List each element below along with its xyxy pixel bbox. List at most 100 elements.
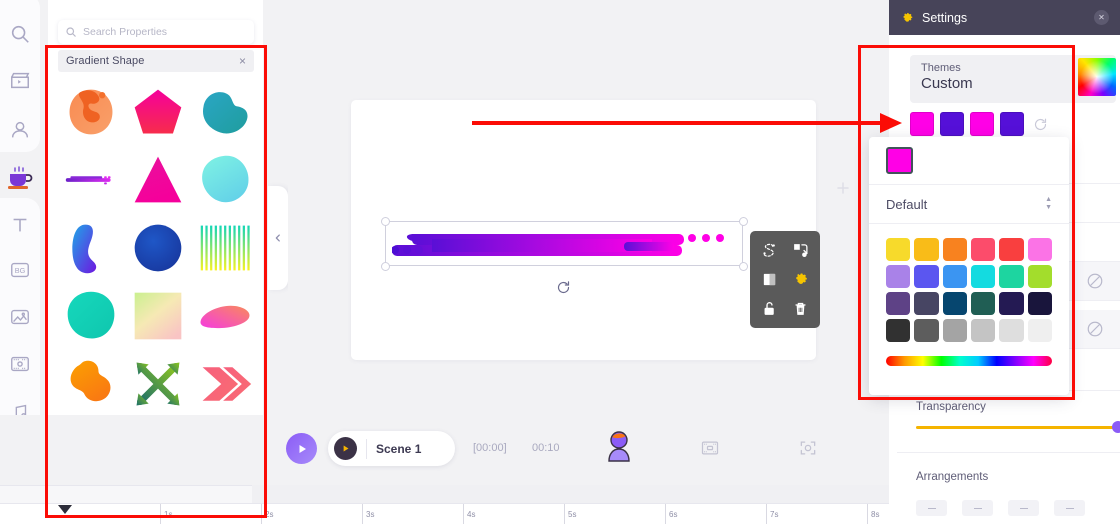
filmstrip-icon[interactable] [700, 438, 720, 458]
palette-swatch[interactable] [999, 265, 1024, 288]
themes-card[interactable]: Themes Custom [910, 55, 1116, 103]
close-icon[interactable]: × [239, 55, 246, 67]
settings-header: Settings ✕ [889, 0, 1120, 35]
theme-swatch-1[interactable] [910, 112, 934, 136]
search-icon[interactable] [8, 22, 32, 46]
palette-swatch[interactable] [942, 319, 967, 342]
palette-swatch[interactable] [999, 238, 1024, 261]
palette-swatch[interactable] [1027, 238, 1052, 261]
unlock-icon[interactable] [760, 299, 780, 319]
arrangement-chip[interactable] [962, 500, 993, 516]
bg-icon[interactable]: BG [8, 258, 32, 282]
chevron-left-icon [275, 234, 280, 242]
arrangement-chip[interactable] [916, 500, 947, 516]
search-input[interactable] [83, 26, 247, 38]
image-icon[interactable] [8, 305, 32, 329]
palette-swatch[interactable] [942, 265, 967, 288]
ruler-tick: 8s [867, 504, 879, 524]
theme-swatch-row [910, 112, 1116, 136]
color-palette-grid [869, 224, 1069, 348]
palette-swatch[interactable] [886, 238, 911, 261]
trash-icon[interactable] [791, 299, 811, 319]
list-item[interactable] [125, 285, 190, 347]
transparency-slider-knob[interactable] [1112, 421, 1120, 433]
transparency-slider[interactable] [916, 426, 1114, 429]
theme-swatch-4[interactable] [1000, 112, 1024, 136]
rotate-icon[interactable] [556, 280, 571, 295]
palette-swatch[interactable] [886, 265, 911, 288]
theme-swatch-3[interactable] [970, 112, 994, 136]
swap-shape-icon[interactable] [791, 241, 811, 261]
list-item[interactable] [58, 285, 123, 347]
filmstrip-icon[interactable] [8, 352, 32, 376]
theme-swatch-2[interactable] [940, 112, 964, 136]
list-item[interactable] [193, 285, 258, 347]
clapperboard-icon[interactable] [8, 68, 32, 92]
resize-handle-tl[interactable] [381, 217, 390, 226]
coffee-cup-icon[interactable] [5, 163, 35, 193]
resize-handle-bl[interactable] [381, 262, 390, 271]
selected-gradient-object[interactable] [392, 228, 737, 263]
list-item[interactable] [193, 81, 258, 143]
palette-swatch[interactable] [971, 265, 996, 288]
palette-swatch[interactable] [886, 319, 911, 342]
person-icon[interactable] [8, 118, 32, 142]
hue-spectrum-slider[interactable] [886, 356, 1052, 366]
current-color-swatch[interactable] [886, 147, 913, 174]
split-contrast-icon[interactable] [760, 270, 780, 290]
palette-swatch[interactable] [914, 265, 939, 288]
focus-frame-icon[interactable] [798, 438, 818, 458]
no-entry-icon[interactable] [1086, 272, 1104, 290]
palette-swatch[interactable] [1027, 265, 1052, 288]
play-button[interactable] [286, 433, 317, 464]
refresh-icon[interactable] [1033, 117, 1048, 132]
palette-swatch[interactable] [914, 292, 939, 315]
palette-swatch[interactable] [914, 319, 939, 342]
scene-selector[interactable]: Scene 1 [328, 431, 455, 466]
arrangement-chip[interactable] [1008, 500, 1039, 516]
list-item[interactable] [193, 149, 258, 211]
search-properties-field[interactable] [58, 20, 254, 44]
arrangement-chip[interactable] [1054, 500, 1085, 516]
list-item[interactable] [58, 149, 123, 211]
avatar-icon[interactable] [604, 430, 634, 463]
settings-title: Settings [922, 10, 968, 25]
palette-swatch[interactable] [942, 238, 967, 261]
palette-swatch[interactable] [886, 292, 911, 315]
motion-path-icon[interactable] [760, 241, 780, 261]
palette-swatch[interactable] [971, 238, 996, 261]
list-item[interactable] [125, 217, 190, 279]
arrangements-label: Arrangements [916, 471, 989, 483]
ruler-tick-label: 8s [871, 510, 880, 519]
palette-preset-select[interactable]: Default ▲ ▼ [869, 185, 1069, 224]
palette-swatch[interactable] [971, 319, 996, 342]
close-icon[interactable]: ✕ [1094, 10, 1109, 25]
palette-swatch[interactable] [999, 319, 1024, 342]
list-item[interactable] [193, 353, 258, 415]
timeline-playhead[interactable] [58, 505, 72, 514]
list-item[interactable] [125, 149, 190, 211]
text-t-icon[interactable] [8, 213, 32, 237]
stepper-updown-icon[interactable]: ▲ ▼ [1045, 196, 1052, 211]
panel-collapse-tab[interactable] [268, 186, 288, 290]
palette-swatch[interactable] [971, 292, 996, 315]
list-item[interactable] [58, 81, 123, 143]
no-entry-icon[interactable] [1086, 320, 1104, 338]
palette-swatch[interactable] [1027, 292, 1052, 315]
list-item[interactable] [58, 217, 123, 279]
resize-handle-br[interactable] [739, 262, 748, 271]
list-item[interactable] [125, 81, 190, 143]
list-item[interactable] [125, 353, 190, 415]
scene-play-button[interactable] [334, 437, 357, 460]
ruler-tick: 5s [564, 504, 576, 524]
plus-icon[interactable] [833, 178, 853, 198]
palette-swatch[interactable] [999, 292, 1024, 315]
color-wheel-icon[interactable] [1078, 58, 1116, 96]
palette-swatch[interactable] [914, 238, 939, 261]
palette-swatch[interactable] [1027, 319, 1052, 342]
list-item[interactable] [193, 217, 258, 279]
palette-swatch[interactable] [942, 292, 967, 315]
gear-icon[interactable] [791, 270, 811, 290]
list-item[interactable] [58, 353, 123, 415]
resize-handle-tr[interactable] [739, 217, 748, 226]
